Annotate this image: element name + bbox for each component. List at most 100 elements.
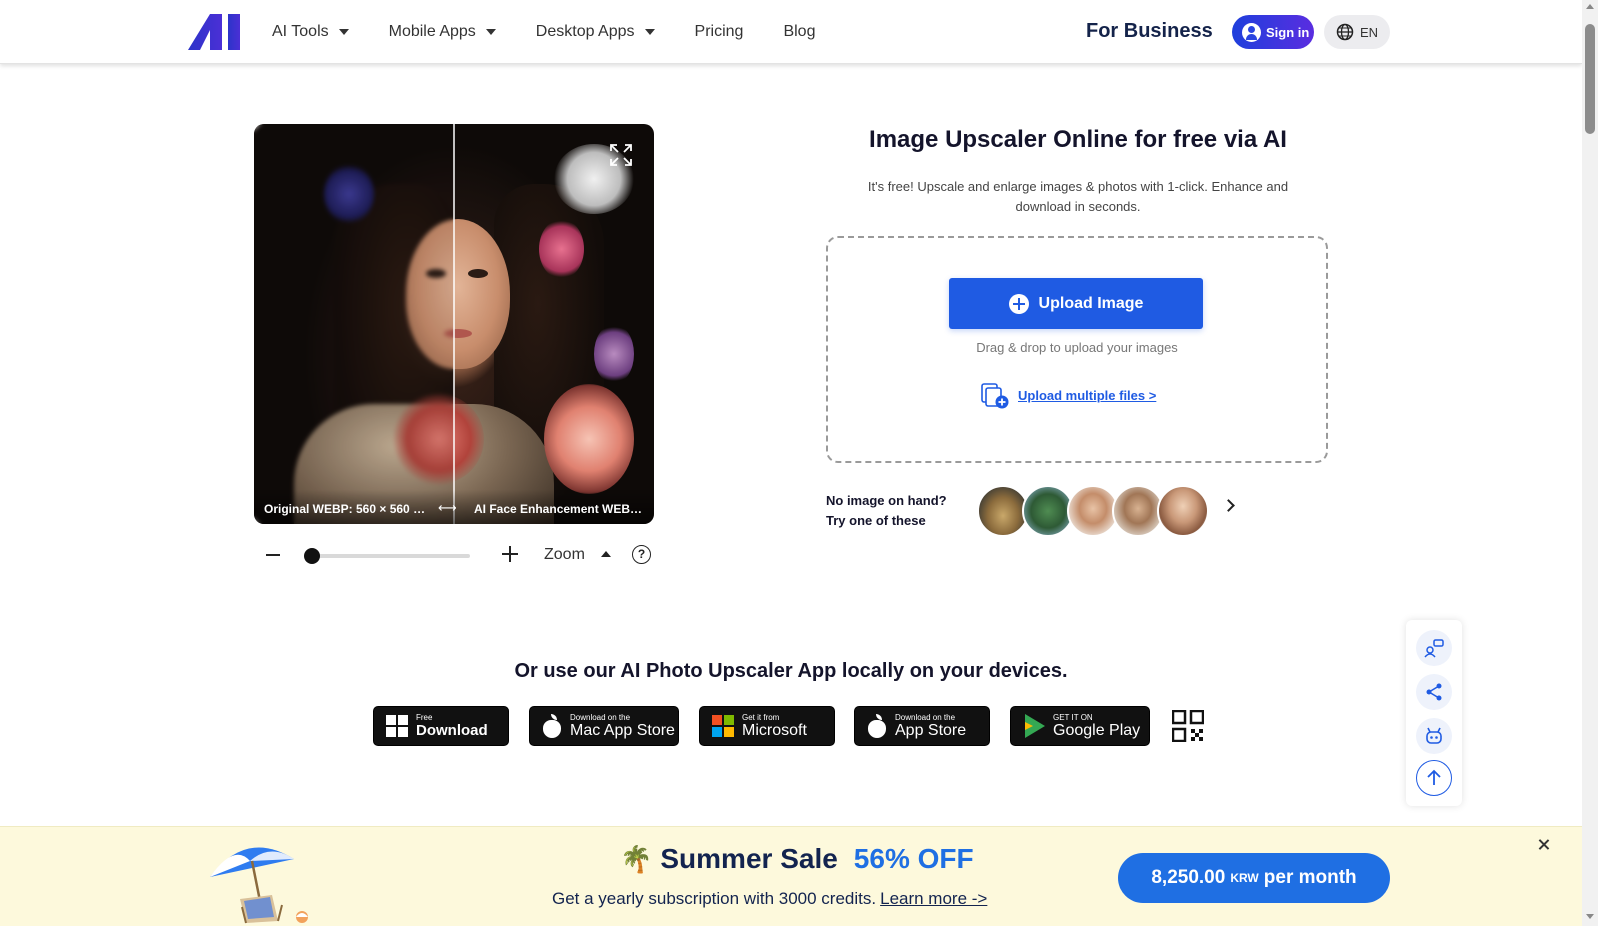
zoom-label[interactable]: Zoom xyxy=(544,546,585,564)
samples-line: Try one of these xyxy=(826,513,926,528)
scroll-down-icon[interactable] xyxy=(1586,914,1594,919)
back-to-top-button[interactable] xyxy=(1416,760,1452,796)
learn-more-link[interactable]: Learn more -> xyxy=(880,889,987,908)
language-selector[interactable]: EN xyxy=(1324,15,1390,49)
zoom-out-button[interactable] xyxy=(266,554,280,556)
sale-title: Summer Sale xyxy=(660,843,838,874)
compare-slider-handle[interactable] xyxy=(453,124,455,524)
microsoft-icon xyxy=(712,715,734,737)
upload-multiple[interactable]: Upload multiple files > xyxy=(980,380,1156,410)
scroll-up-icon[interactable] xyxy=(1586,4,1594,9)
app-store-button[interactable]: Download on the App Store xyxy=(854,706,990,746)
globe-icon xyxy=(1336,23,1354,41)
image-detail xyxy=(468,269,488,278)
store-big: Download xyxy=(416,722,488,739)
feedback-icon xyxy=(1424,639,1444,658)
zoom-in-button[interactable] xyxy=(502,546,518,562)
zoom-controls: Zoom ? xyxy=(254,540,654,570)
nav-blog[interactable]: Blog xyxy=(783,23,815,41)
store-big: Google Play xyxy=(1053,722,1141,739)
qr-code-icon[interactable] xyxy=(1172,710,1204,742)
sign-in-button[interactable]: Sign in xyxy=(1232,15,1314,49)
samples-line: No image on hand? xyxy=(826,493,947,508)
summer-sale-banner: 🌴 Summer Sale 56% OFF Get a yearly subsc… xyxy=(0,826,1582,926)
beach-umbrella-illustration xyxy=(210,847,308,924)
zoom-slider[interactable] xyxy=(312,554,470,558)
robot-icon xyxy=(1426,727,1442,744)
for-business-link[interactable]: For Business xyxy=(1086,20,1213,43)
share-icon xyxy=(1426,683,1442,701)
zoom-slider-thumb[interactable] xyxy=(304,548,320,564)
upload-multiple-link[interactable]: Upload multiple files > xyxy=(1018,388,1156,403)
main-nav: AI Tools Mobile Apps Desktop Apps Pricin… xyxy=(272,0,855,64)
store-small: Download on the xyxy=(570,713,631,722)
sample-thumbnail[interactable] xyxy=(1157,485,1209,537)
nav-desktop-apps[interactable]: Desktop Apps xyxy=(536,23,655,41)
apps-section-title: Or use our AI Photo Upscaler App locally… xyxy=(514,660,1068,682)
image-detail xyxy=(544,384,634,494)
store-small: Free xyxy=(416,713,433,722)
nav-label: AI Tools xyxy=(272,23,329,40)
samples-label: No image on hand? Try one of these xyxy=(826,491,947,531)
chevron-down-icon xyxy=(644,29,655,35)
store-big: Mac App Store xyxy=(570,722,675,739)
page-scrollbar[interactable] xyxy=(1582,0,1598,926)
close-icon[interactable] xyxy=(1536,837,1552,853)
windows-download-button[interactable]: Free Download xyxy=(373,706,509,746)
sale-subtitle-text: Get a yearly subscription with 3000 cred… xyxy=(552,889,877,908)
sale-subtitle: Get a yearly subscription with 3000 cred… xyxy=(552,889,987,909)
store-text: Download on the Mac App Store xyxy=(570,713,675,739)
ai-logo[interactable] xyxy=(188,14,244,50)
image-detail xyxy=(539,219,584,279)
swap-arrow-icon: ⟷ xyxy=(438,500,457,515)
mac-app-store-button[interactable]: Download on the Mac App Store xyxy=(529,706,679,746)
nav-mobile-apps[interactable]: Mobile Apps xyxy=(389,23,496,41)
palm-tree-icon: 🌴 xyxy=(620,844,653,874)
store-small: GET IT ON xyxy=(1053,713,1093,722)
chevron-right-icon[interactable] xyxy=(1222,499,1235,512)
ai-assistant-button[interactable] xyxy=(1416,718,1452,754)
original-caption: Original WEBP: 560 × 560 px... xyxy=(264,502,432,516)
page-title: Image Upscaler Online for free via AI xyxy=(869,126,1287,153)
google-play-button[interactable]: GET IT ON Google Play xyxy=(1010,706,1150,746)
enhanced-caption: AI Face Enhancement WEBP: 2... xyxy=(474,502,646,516)
top-navbar: AI Tools Mobile Apps Desktop Apps Pricin… xyxy=(0,0,1582,64)
help-icon[interactable]: ? xyxy=(632,545,651,564)
windows-icon xyxy=(386,715,408,737)
page-subtitle: It's free! Upscale and enlarge images & … xyxy=(867,179,1289,214)
chevron-up-icon[interactable] xyxy=(601,551,611,557)
buy-price-button[interactable]: 8,250.00 KRW per month xyxy=(1118,853,1390,903)
price-period: per month xyxy=(1263,867,1357,888)
floating-toolbar xyxy=(1406,620,1462,806)
price-amount: 8,250.00 xyxy=(1151,867,1226,888)
sale-discount: 56% OFF xyxy=(853,843,974,874)
store-text: GET IT ON Google Play xyxy=(1053,713,1140,739)
feedback-button[interactable] xyxy=(1416,630,1452,666)
nav-label: Pricing xyxy=(694,23,744,40)
sale-headline: 🌴 Summer Sale 56% OFF xyxy=(620,843,974,875)
apple-icon xyxy=(542,714,562,738)
drag-drop-hint: Drag & drop to upload your images xyxy=(976,340,1178,355)
nav-label: Desktop Apps xyxy=(535,23,635,40)
nav-label: Mobile Apps xyxy=(388,23,476,40)
store-small: Get it from xyxy=(742,713,780,722)
store-big: App Store xyxy=(895,722,967,739)
nav-ai-tools[interactable]: AI Tools xyxy=(272,23,349,41)
expand-icon[interactable] xyxy=(608,142,634,168)
before-after-preview[interactable]: Original WEBP: 560 × 560 px... ⟷ AI Face… xyxy=(254,124,654,524)
store-text: Download on the App Store xyxy=(895,713,966,739)
apple-icon xyxy=(867,714,887,738)
microsoft-store-button[interactable]: Get it from Microsoft xyxy=(699,706,835,746)
scroll-thumb[interactable] xyxy=(1585,24,1595,134)
sign-in-label: Sign in xyxy=(1266,24,1310,40)
share-button[interactable] xyxy=(1416,674,1452,710)
original-half xyxy=(254,124,454,524)
google-play-icon xyxy=(1023,714,1045,738)
store-text: Get it from Microsoft xyxy=(742,713,807,739)
nav-pricing[interactable]: Pricing xyxy=(695,23,744,41)
chevron-down-icon xyxy=(338,29,349,35)
upload-image-button[interactable]: Upload Image xyxy=(949,278,1203,329)
nav-label: Blog xyxy=(783,23,816,40)
plus-circle-icon xyxy=(1008,293,1029,314)
language-label: EN xyxy=(1360,24,1379,40)
